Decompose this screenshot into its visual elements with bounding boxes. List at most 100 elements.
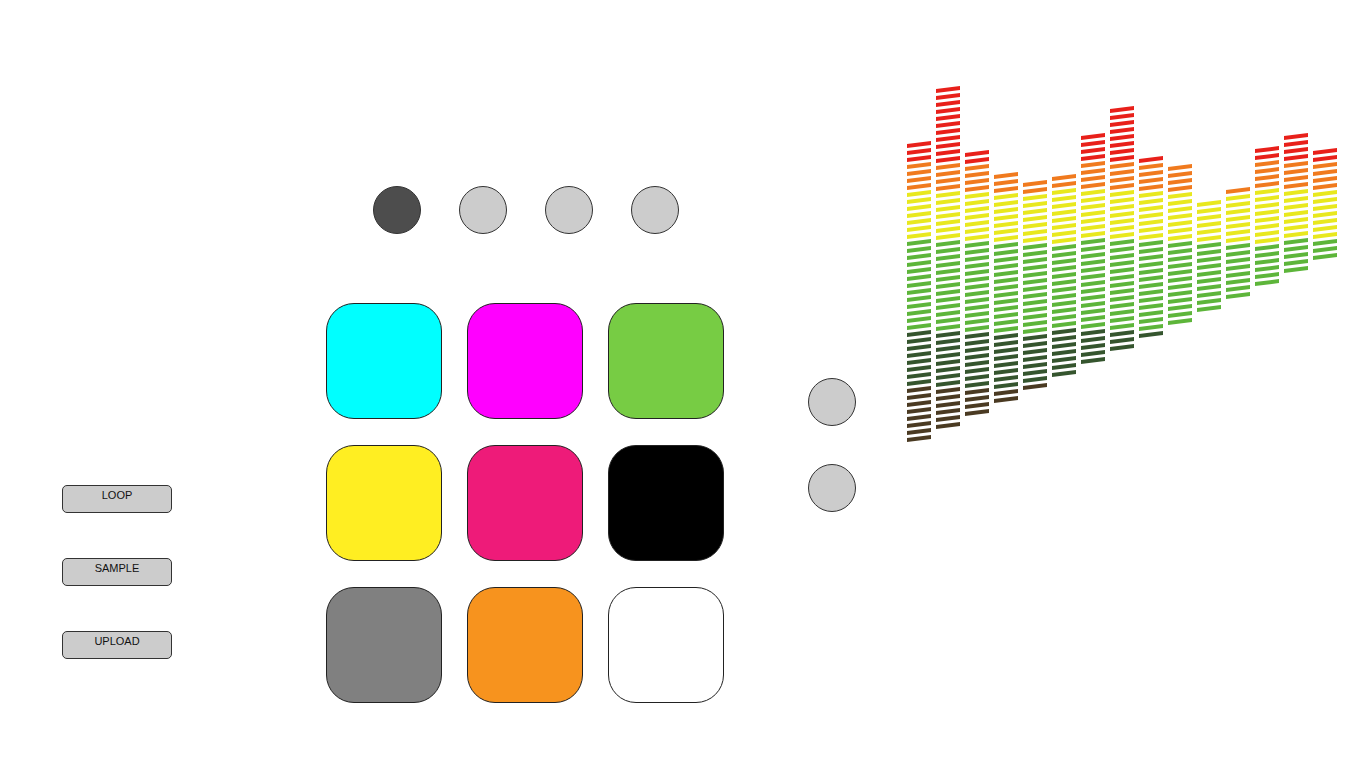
- eq-segment: [1255, 174, 1279, 181]
- eq-segment: [1168, 220, 1192, 227]
- eq-segment: [1197, 228, 1221, 235]
- eq-segment: [936, 317, 960, 324]
- eq-segment: [1168, 213, 1192, 220]
- eq-segment: [936, 366, 960, 373]
- eq-segment: [1110, 337, 1134, 344]
- eq-segment: [936, 212, 960, 219]
- eq-segment: [1110, 113, 1134, 120]
- eq-segment: [1023, 236, 1047, 243]
- eq-segment: [936, 254, 960, 261]
- eq-segment: [1081, 196, 1105, 203]
- eq-segment: [994, 347, 1018, 354]
- eq-segment: [1139, 205, 1163, 212]
- eq-segment: [965, 346, 989, 353]
- eq-segment: [936, 268, 960, 275]
- bank-selector[interactable]: [459, 186, 507, 234]
- eq-segment: [1284, 140, 1308, 147]
- eq-segment: [907, 155, 931, 162]
- eq-segment: [936, 338, 960, 345]
- eq-segment: [965, 199, 989, 206]
- drum-pad[interactable]: [467, 445, 583, 561]
- eq-segment: [1081, 210, 1105, 217]
- eq-segment: [1313, 211, 1337, 218]
- mode-button[interactable]: UPLOAD: [62, 631, 172, 659]
- eq-segment: [1110, 183, 1134, 190]
- eq-segment: [936, 114, 960, 121]
- drum-pad[interactable]: [326, 587, 442, 703]
- eq-segment: [1313, 155, 1337, 162]
- eq-segment: [1226, 250, 1250, 257]
- eq-segment: [1052, 370, 1076, 377]
- eq-segment: [1081, 189, 1105, 196]
- eq-segment: [1197, 214, 1221, 221]
- bank-selector[interactable]: [545, 186, 593, 234]
- eq-segment: [907, 274, 931, 281]
- eq-segment: [1081, 357, 1105, 364]
- eq-segment: [965, 178, 989, 185]
- eq-segment: [965, 255, 989, 262]
- eq-segment: [907, 204, 931, 211]
- eq-segment: [1197, 298, 1221, 305]
- eq-segment: [1313, 197, 1337, 204]
- eq-segment: [1052, 321, 1076, 328]
- drum-pad[interactable]: [608, 303, 724, 419]
- eq-segment: [994, 256, 1018, 263]
- eq-segment: [1139, 289, 1163, 296]
- eq-segment: [1110, 253, 1134, 260]
- eq-segment: [907, 421, 931, 428]
- bank-selector[interactable]: [631, 186, 679, 234]
- eq-segment: [1052, 286, 1076, 293]
- eq-segment: [1023, 355, 1047, 362]
- eq-segment: [994, 179, 1018, 186]
- eq-segment: [1081, 133, 1105, 140]
- drum-pad[interactable]: [326, 303, 442, 419]
- eq-segment: [1168, 290, 1192, 297]
- drum-pad[interactable]: [608, 445, 724, 561]
- drum-pad[interactable]: [326, 445, 442, 561]
- eq-segment: [965, 318, 989, 325]
- eq-segment: [1110, 274, 1134, 281]
- bank-selector[interactable]: [373, 186, 421, 234]
- eq-segment: [907, 295, 931, 302]
- eq-segment: [1255, 279, 1279, 286]
- mode-button[interactable]: LOOP: [62, 485, 172, 513]
- side-button[interactable]: [808, 464, 856, 512]
- eq-segment: [1052, 265, 1076, 272]
- eq-segment: [994, 200, 1018, 207]
- eq-segment: [1284, 252, 1308, 259]
- drum-pad[interactable]: [467, 587, 583, 703]
- eq-segment: [907, 351, 931, 358]
- eq-segment: [907, 386, 931, 393]
- eq-segment: [1081, 287, 1105, 294]
- eq-segment: [1023, 222, 1047, 229]
- eq-segment: [936, 184, 960, 191]
- eq-segment: [1023, 313, 1047, 320]
- eq-segment: [1139, 170, 1163, 177]
- eq-segment: [1284, 203, 1308, 210]
- eq-segment: [1081, 322, 1105, 329]
- eq-segment: [936, 100, 960, 107]
- eq-segment: [965, 290, 989, 297]
- side-button[interactable]: [808, 378, 856, 426]
- eq-segment: [1139, 156, 1163, 163]
- eq-segment: [1110, 323, 1134, 330]
- eq-segment: [1226, 285, 1250, 292]
- eq-segment: [1313, 253, 1337, 260]
- eq-segment: [1081, 301, 1105, 308]
- eq-segment: [994, 221, 1018, 228]
- eq-segment: [1168, 304, 1192, 311]
- eq-segment: [1168, 262, 1192, 269]
- eq-segment: [1110, 176, 1134, 183]
- eq-segment: [1255, 244, 1279, 251]
- eq-segment: [1110, 148, 1134, 155]
- drum-pad[interactable]: [467, 303, 583, 419]
- drum-pad[interactable]: [608, 587, 724, 703]
- eq-segment: [965, 220, 989, 227]
- eq-segment: [1052, 328, 1076, 335]
- eq-segment: [907, 183, 931, 190]
- mode-button[interactable]: SAMPLE: [62, 558, 172, 586]
- eq-segment: [1255, 188, 1279, 195]
- eq-bar: [1052, 174, 1076, 377]
- eq-segment: [1081, 266, 1105, 273]
- eq-segment: [965, 192, 989, 199]
